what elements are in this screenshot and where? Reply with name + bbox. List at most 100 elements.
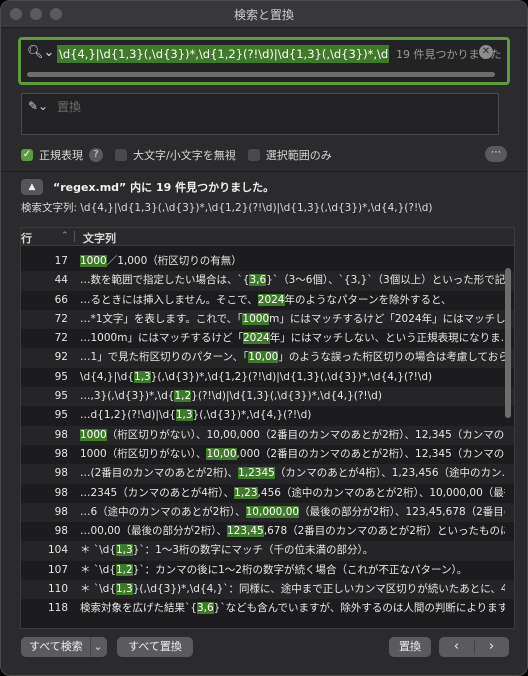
results-table[interactable]: 行 ⌃ 文字列 17 1000／1,000（桁区切りの有無） 44 …数を範囲で指定し… bbox=[20, 227, 515, 629]
search-string-line: 検索文字列: \d{4,}|\d{1,3}(,\d{3})*,\d{1,2}(?… bbox=[21, 202, 433, 214]
table-row[interactable]: 104 ＊ `\d{1,3}`：1〜3桁の数字にマッチ（千の位未満の部分）。 bbox=[21, 541, 514, 561]
row-text-after: }(,\d{3})*,\d{1,2}(?!\d)|\d{1,3}(,\d{3})… bbox=[150, 370, 433, 383]
column-text[interactable]: 文字列 bbox=[83, 230, 116, 246]
replace-all-button[interactable]: すべて置換 bbox=[117, 637, 193, 657]
case-insensitive-checkbox[interactable] bbox=[115, 149, 127, 161]
search-field[interactable]: 🔍︎⌄ \d{4,}|\d{1,3}(,\d{3})*,\d{1,2}(?!\d… bbox=[18, 37, 510, 85]
row-line-number: 17 bbox=[54, 255, 68, 267]
summary-title: “regex.md” 内に 19 件見つかりました。 bbox=[53, 181, 275, 194]
match-highlight: 10,00 bbox=[206, 447, 237, 460]
row-text-before: …(2番目のカンマのあとが2桁)、 bbox=[80, 467, 239, 480]
vertical-scrollbar[interactable] bbox=[505, 268, 511, 418]
search-icon[interactable]: 🔍︎⌄ bbox=[27, 45, 54, 60]
match-highlight: 1,3 bbox=[134, 370, 151, 383]
row-text-after: 」のような誤った桁区切りの場合は考慮しておら… bbox=[278, 351, 505, 364]
row-text-after: 年のようなパターンを除外すると、 bbox=[284, 293, 452, 306]
row-text-before: \d{4,}|\d{ bbox=[80, 370, 135, 383]
table-row[interactable]: 92 …1」で見た桁区切りのパターン、「10,00」のような誤った桁区切りの場合は… bbox=[21, 348, 514, 368]
sort-icon[interactable]: ⌃ bbox=[61, 231, 69, 241]
table-row[interactable]: 44 …数を範囲で指定したい場合は、`{3,6}`（3〜6個）、`{3,}`（3個… bbox=[21, 271, 514, 291]
table-row[interactable]: 98 …2345（カンマのあとが4桁）、1,23,456（途中のカンマのあとが2桁… bbox=[21, 484, 514, 503]
search-options: ✓ 正規表現 ? 大文字/小文字を無視 選択範囲のみ bbox=[21, 147, 332, 163]
row-text: ＊ `\d{1,3}`：1〜3桁の数字にマッチ（千の位未満の部分）。 bbox=[80, 541, 505, 560]
table-row[interactable]: 98 1000（桁区切りがない）、10,00,000（2番目のカンマのあとが2桁）… bbox=[21, 425, 514, 445]
next-icon[interactable]: › bbox=[474, 637, 509, 657]
search-query-text[interactable]: \d{4,}|\d{1,3}(,\d{3})*,\d{1,2}(?!\d)|\d… bbox=[57, 45, 389, 63]
collapse-button[interactable]: ▲ bbox=[21, 179, 43, 195]
row-text-after: ,678（2番目のカンマのあとが2桁）といったものに… bbox=[263, 525, 505, 538]
row-text: …6（途中のカンマのあとが2桁）、10,000,00（最後の部分が2桁）、123… bbox=[80, 503, 505, 522]
row-text-after: 年」にはマッチしない、という正規表現になりま… bbox=[269, 332, 505, 345]
clear-search-icon[interactable]: ✕ bbox=[479, 45, 493, 59]
match-highlight: 123,45 bbox=[227, 525, 264, 538]
replace-field[interactable]: ✎⌄ 置換 bbox=[21, 93, 499, 135]
row-text-before: 検索対象を広げた結果`{ bbox=[80, 602, 197, 615]
selection-only-label[interactable]: 選択範囲のみ bbox=[266, 147, 332, 163]
row-text-after: }(,\d{3})*,\d{4,}(?!\d) bbox=[192, 409, 312, 422]
help-icon[interactable]: ? bbox=[89, 148, 103, 162]
results-summary: ▲ “regex.md” 内に 19 件見つかりました。 bbox=[21, 178, 274, 196]
table-row[interactable]: 118 検索対象を広げた結果`{3,6}`なども含んでいますが、除外するのは人間の… bbox=[21, 599, 514, 618]
window-title: 検索と置換 bbox=[233, 8, 294, 22]
row-line-number: 95 bbox=[54, 370, 68, 383]
selection-only-checkbox[interactable] bbox=[247, 149, 260, 161]
search-scrollbar[interactable] bbox=[27, 72, 495, 77]
table-row[interactable]: 98 …6（途中のカンマのあとが2桁）、10,000,00（最後の部分が2桁）、1… bbox=[21, 502, 514, 523]
regex-label[interactable]: 正規表現 bbox=[39, 147, 83, 163]
row-line-number: 98 bbox=[54, 467, 68, 480]
row-text-before: …1000m」にはマッチするけど「 bbox=[80, 332, 243, 345]
table-row[interactable]: 66 …るときには挿入しません。そこで、2024年のようなパターンを除外すると、 bbox=[21, 291, 514, 310]
match-highlight: 3,6 bbox=[249, 274, 267, 287]
row-line-number: 98 bbox=[54, 428, 68, 441]
case-insensitive-label[interactable]: 大文字/小文字を無視 bbox=[133, 147, 236, 163]
row-text: …るときには挿入しません。そこで、2024年のようなパターンを除外すると、 bbox=[80, 291, 505, 310]
row-text: 1000（桁区切りがない）、10,00,000（2番目のカンマのあとが2桁）、1… bbox=[80, 426, 505, 445]
row-text: ＊ `\d{1,3}(,\d{3})*,\d{4,}`：同様に、途中まで正しいカ… bbox=[80, 580, 505, 599]
match-highlight: 1000 bbox=[80, 428, 107, 441]
table-row[interactable]: 110 ＊ `\d{1,3}(,\d{3})*,\d{4,}`：同様に、途中まで正… bbox=[21, 580, 514, 600]
find-all-label: すべて検索 bbox=[29, 640, 83, 653]
row-text: …1000m」にはマッチするけど「2024年」にはマッチしない、という正規表現に… bbox=[80, 329, 505, 348]
chevron-down-icon[interactable]: ⌄ bbox=[90, 637, 105, 657]
row-text: 検索対象を広げた結果`{3,6}`なども含んでいますが、除外するのは人間の判断に… bbox=[80, 599, 505, 618]
row-text-after: （最後の部分が2桁）、123,45,678（2番目の… bbox=[299, 505, 505, 518]
row-text-after: ,000（2番目のカンマのあとが2桁）、12,345（カンマのあ… bbox=[236, 447, 505, 460]
match-highlight: 2024 bbox=[257, 293, 285, 306]
previous-icon[interactable]: ‹ bbox=[439, 637, 474, 657]
row-text: …2345（カンマのあとが4桁）、1,23,456（途中のカンマのあとが2桁）、… bbox=[80, 484, 505, 503]
row-text-before: …2345（カンマのあとが4桁）、 bbox=[80, 486, 235, 499]
table-row[interactable]: 107 ＊ `\d{1,2}`：カンマの後に1〜2桁の数字が続く場合（これが不正な… bbox=[21, 561, 514, 580]
pencil-icon[interactable]: ✎⌄ bbox=[28, 99, 48, 113]
find-all-button[interactable]: すべて検索 ⌄ bbox=[21, 637, 107, 657]
row-text-before: …d{1,2}(?!\d)|\d{ bbox=[80, 409, 176, 422]
match-highlight: 1000 bbox=[242, 312, 270, 325]
table-row[interactable]: 98 …(2番目のカンマのあとが2桁)、1,2345（カンマのあとが4桁）、1,2… bbox=[21, 464, 514, 484]
replace-button[interactable]: 置換 bbox=[389, 637, 431, 657]
row-text: …00,00（最後の部分が2桁）、123,45,678（2番目のカンマのあとが2… bbox=[80, 522, 505, 541]
table-row[interactable]: 95 \d{4,}|\d{1,3}(,\d{3})*,\d{1,2}(?!\d)|… bbox=[21, 368, 514, 387]
match-highlight: 1,3 bbox=[115, 544, 133, 557]
row-text-after: ／1,000（桁区切りの有無） bbox=[106, 255, 242, 267]
row-line-number: 98 bbox=[54, 505, 68, 518]
table-row[interactable]: 98 …00,00（最後の部分が2桁）、123,45,678（2番目のカンマのあと… bbox=[21, 522, 514, 541]
regex-checkbox[interactable]: ✓ bbox=[21, 149, 33, 161]
divider bbox=[1, 171, 527, 172]
match-highlight: 1,2345 bbox=[238, 467, 275, 480]
match-highlight: 1,2 bbox=[115, 563, 133, 576]
match-highlight: 2024 bbox=[242, 332, 270, 345]
row-text-before: …*1文字」を表します。これで、「 bbox=[80, 312, 243, 325]
match-highlight: 3,6 bbox=[196, 602, 214, 615]
table-row[interactable]: 72 …1000m」にはマッチするけど「2024年」にはマッチしない、という正規表… bbox=[21, 329, 514, 348]
row-text-before: …6（途中のカンマのあとが2桁）、 bbox=[80, 505, 246, 518]
row-text-before: …数を範囲で指定したい場合は、`{ bbox=[80, 274, 250, 287]
row-text-after: }(,\d{3})*,\d{4,}`：同様に、途中まで正しいカンマ区切りが続いた… bbox=[132, 583, 505, 596]
column-line[interactable]: 行 bbox=[21, 230, 32, 246]
table-row[interactable]: 95 …d{1,2}(?!\d)|\d{1,3}(,\d{3})*,\d{4,}(… bbox=[21, 406, 514, 425]
table-row[interactable]: 95 …,3}(,\d{3})*,\d{1,2}(?!\d)|\d{1,3}(,\… bbox=[21, 387, 514, 407]
table-row[interactable]: 72 …*1文字」を表します。これで、「1000m」にはマッチするけど「2024年… bbox=[21, 309, 514, 330]
more-options-button[interactable]: ⋯ bbox=[485, 146, 507, 162]
table-row[interactable]: 98 1000（桁区切りがない）、10,00,000（2番目のカンマのあとが2桁）… bbox=[21, 445, 514, 464]
table-row[interactable]: 17 1000／1,000（桁区切りの有無） bbox=[21, 252, 514, 271]
match-highlight: 10,00 bbox=[248, 351, 279, 364]
title-bar: 検索と置換 bbox=[1, 1, 527, 28]
